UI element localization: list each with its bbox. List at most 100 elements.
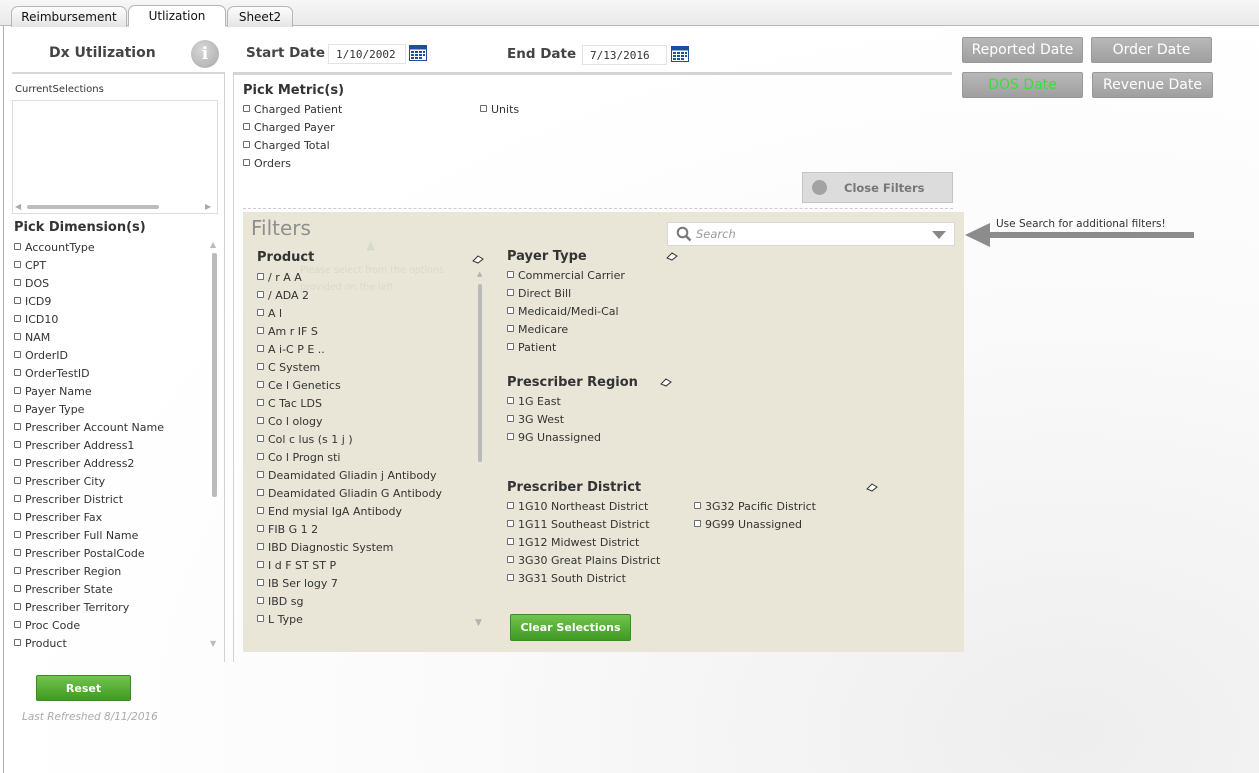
payer-type-item[interactable]: Commercial Carrier [507, 267, 625, 285]
dos-date-button[interactable]: DOS Date [962, 72, 1083, 98]
scroll-down-icon[interactable]: ▼ [210, 639, 216, 648]
start-calendar-icon[interactable] [409, 45, 427, 64]
product-item[interactable]: FIB G 1 2 [257, 521, 477, 539]
checkbox[interactable] [14, 405, 21, 412]
dimension-item[interactable]: OrderID [14, 347, 209, 365]
checkbox[interactable] [14, 315, 21, 322]
checkbox[interactable] [257, 435, 264, 442]
prescriber-district-item[interactable]: 3G32 Pacific District [694, 498, 816, 516]
dimension-item[interactable]: ICD9 [14, 293, 209, 311]
revenue-date-button[interactable]: Revenue Date [1092, 72, 1213, 98]
dimension-item[interactable]: Prescriber Full Name [14, 527, 209, 545]
current-selections-box[interactable]: ◀ ▶ [12, 100, 218, 214]
metric-item[interactable]: Charged Total [243, 137, 342, 155]
prescriber-region-item[interactable]: 1G East [507, 393, 601, 411]
dimension-item[interactable]: Payer Type [14, 401, 209, 419]
checkbox[interactable] [14, 351, 21, 358]
scroll-left-icon[interactable]: ◀ [15, 202, 24, 211]
tab-utilization[interactable]: Utlization [128, 5, 226, 27]
product-item[interactable]: A l [257, 305, 477, 323]
product-scrollbar[interactable] [478, 284, 482, 462]
horizontal-scrollbar[interactable] [27, 205, 159, 209]
prescriber-district-item[interactable]: 9G99 Unassigned [694, 516, 816, 534]
checkbox[interactable] [257, 561, 264, 568]
metric-item[interactable]: Charged Patient [243, 101, 342, 119]
checkbox[interactable] [14, 513, 21, 520]
checkbox[interactable] [257, 273, 264, 280]
checkbox[interactable] [507, 520, 514, 527]
checkbox[interactable] [14, 531, 21, 538]
dimension-item[interactable]: Payer Name [14, 383, 209, 401]
checkbox[interactable] [14, 243, 21, 250]
product-item[interactable]: Deamidated Gliadin G Antibody [257, 485, 477, 503]
checkbox[interactable] [507, 556, 514, 563]
checkbox[interactable] [14, 567, 21, 574]
product-item[interactable]: Deamidated Gliadin j Antibody [257, 467, 477, 485]
checkbox[interactable] [507, 574, 514, 581]
scroll-up-icon[interactable]: ▲ [210, 240, 216, 249]
payer-type-item[interactable]: Direct Bill [507, 285, 625, 303]
product-item[interactable]: I d F ST ST P [257, 557, 477, 575]
checkbox[interactable] [14, 459, 21, 466]
checkbox[interactable] [14, 387, 21, 394]
dimension-item[interactable]: Proc Code [14, 617, 209, 635]
product-item[interactable]: C Tac LDS [257, 395, 477, 413]
checkbox[interactable] [257, 543, 264, 550]
checkbox[interactable] [257, 471, 264, 478]
checkbox[interactable] [507, 415, 514, 422]
checkbox[interactable] [14, 333, 21, 340]
checkbox[interactable] [14, 621, 21, 628]
checkbox[interactable] [257, 525, 264, 532]
checkbox[interactable] [257, 381, 264, 388]
dimension-item[interactable]: NAM [14, 329, 209, 347]
product-item[interactable]: Co l ology [257, 413, 477, 431]
end-date-input[interactable]: 7/13/2016 [582, 45, 667, 65]
dimension-item[interactable]: CPT [14, 257, 209, 275]
info-icon[interactable]: i [191, 40, 219, 68]
checkbox[interactable] [507, 289, 514, 296]
reset-button[interactable]: Reset [36, 675, 131, 701]
end-calendar-icon[interactable] [671, 46, 689, 65]
dimension-item[interactable]: AccountType [14, 239, 209, 257]
checkbox[interactable] [257, 399, 264, 406]
tab-sheet2[interactable]: Sheet2 [227, 6, 293, 27]
dimension-item[interactable]: Prescriber PostalCode [14, 545, 209, 563]
product-item[interactable]: End mysial IgA Antibody [257, 503, 477, 521]
checkbox[interactable] [14, 477, 21, 484]
prescriber-district-item[interactable]: 1G10 Northeast District [507, 498, 660, 516]
dimension-item[interactable]: Prescriber State [14, 581, 209, 599]
reported-date-button[interactable]: Reported Date [962, 37, 1083, 63]
payer-type-item[interactable]: Patient [507, 339, 625, 357]
checkbox[interactable] [507, 307, 514, 314]
product-item[interactable]: L Type [257, 611, 477, 629]
product-item[interactable]: Col c lus (s 1 j ) [257, 431, 477, 449]
product-item[interactable]: / ADA 2 [257, 287, 477, 305]
checkbox[interactable] [14, 639, 21, 646]
product-item[interactable]: / r A A [257, 269, 477, 287]
dimension-scrollbar[interactable] [212, 253, 217, 497]
checkbox[interactable] [14, 297, 21, 304]
checkbox[interactable] [14, 279, 21, 286]
eraser-icon[interactable] [866, 483, 878, 492]
close-filters-button[interactable]: Close Filters [802, 172, 953, 203]
prescriber-district-item[interactable]: 3G30 Great Plains District [507, 552, 660, 570]
dimension-item[interactable]: Prescriber District [14, 491, 209, 509]
checkbox[interactable] [507, 502, 514, 509]
checkbox[interactable] [14, 423, 21, 430]
product-item[interactable]: IB Ser logy 7 [257, 575, 477, 593]
checkbox[interactable] [257, 615, 264, 622]
checkbox[interactable] [257, 345, 264, 352]
order-date-button[interactable]: Order Date [1091, 37, 1212, 63]
product-scroll-down-icon[interactable]: ▼ [475, 618, 482, 628]
product-item[interactable]: Ce l Genetics [257, 377, 477, 395]
product-item[interactable]: IBD Diagnostic System [257, 539, 477, 557]
checkbox[interactable] [694, 520, 701, 527]
metric-item[interactable]: Orders [243, 155, 342, 173]
product-item[interactable]: IBD sg [257, 593, 477, 611]
tab-reimbursement[interactable]: Reimbursement [11, 6, 127, 27]
checkbox[interactable] [243, 105, 250, 112]
checkbox[interactable] [243, 159, 250, 166]
checkbox[interactable] [507, 397, 514, 404]
checkbox[interactable] [257, 453, 264, 460]
start-date-input[interactable]: 1/10/2002 [328, 44, 406, 64]
